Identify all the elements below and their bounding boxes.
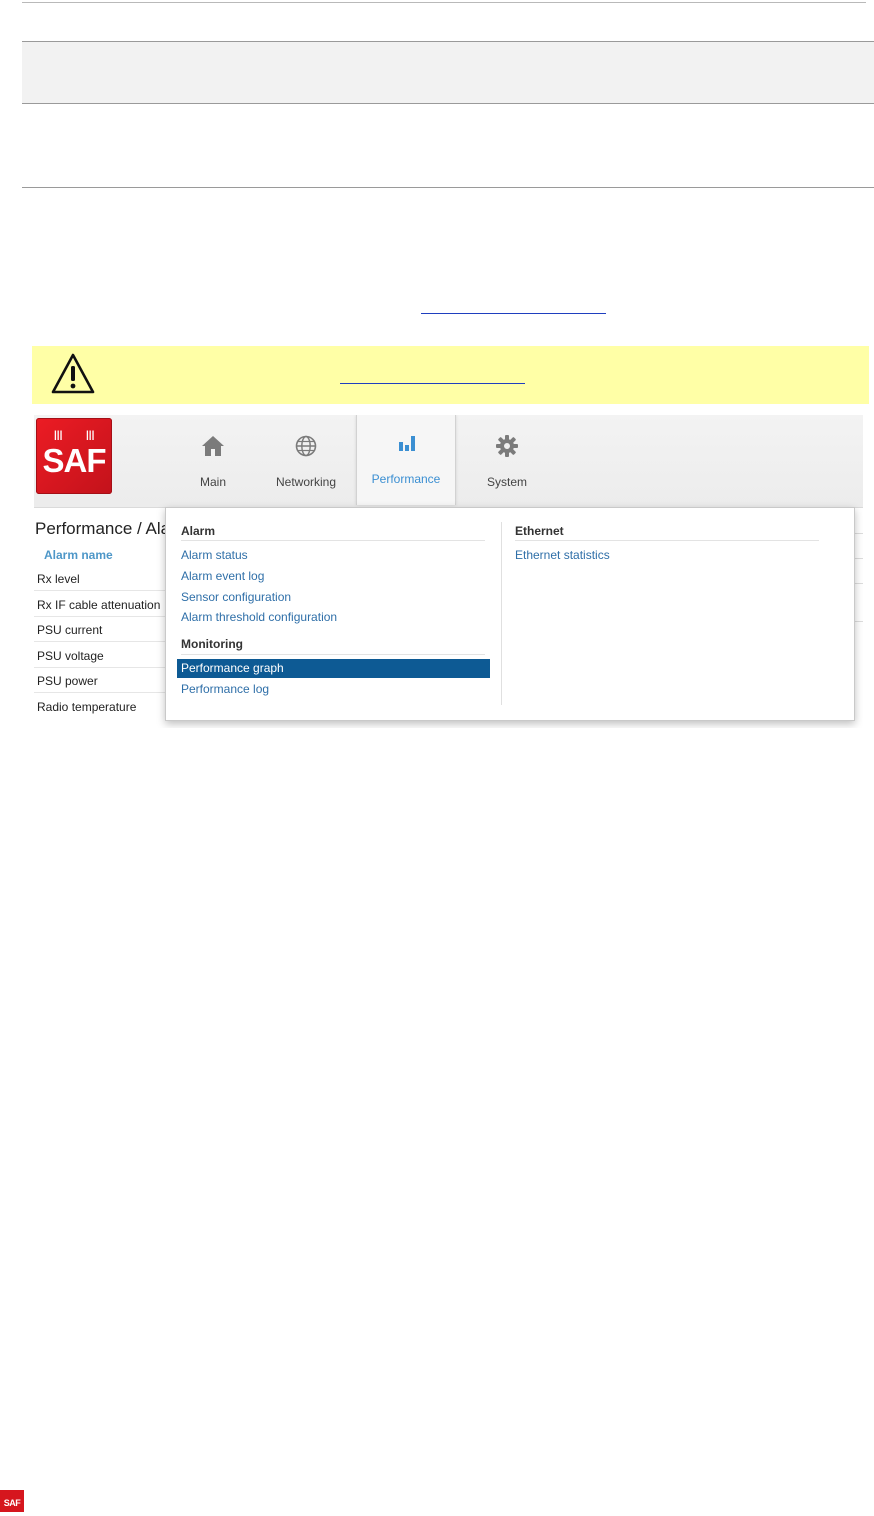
table-row-label: Rx IF cable attenuation [37, 598, 161, 612]
table-row-label: PSU voltage [37, 649, 104, 663]
tab-networking-label: Networking [275, 475, 337, 489]
saf-logo: ||| ||| SAF [36, 418, 112, 494]
tab-main-label: Main [199, 475, 226, 489]
tab-system-label: System [486, 475, 527, 489]
table-top-rule [22, 2, 866, 3]
table-row-label: Rx level [37, 572, 80, 586]
menu-item-performance-graph[interactable]: Performance graph [177, 659, 490, 678]
logo-bars-icon: ||| [86, 430, 95, 441]
menu-heading-ethernet: Ethernet [515, 524, 564, 538]
warning-icon [51, 353, 95, 394]
menu-item-alarm-threshold-configuration[interactable]: Alarm threshold configuration [181, 610, 337, 624]
tab-system[interactable]: System [474, 415, 540, 505]
tab-performance[interactable]: Performance [356, 415, 456, 505]
background-row-edge [854, 558, 863, 559]
row-divider [34, 667, 174, 668]
menu-separator [515, 540, 819, 541]
background-row-edge [854, 583, 863, 584]
performance-dropdown-menu: Alarm Alarm status Alarm event log Senso… [165, 507, 855, 721]
row-divider [34, 641, 174, 642]
top-navigation-bar: ||| ||| SAF Main Networking Performance … [34, 415, 863, 508]
footer-saf-logo: SAF [0, 1490, 24, 1512]
menu-item-sensor-configuration[interactable]: Sensor configuration [181, 590, 291, 604]
menu-column-divider [501, 522, 502, 705]
table-shaded-row [22, 41, 874, 104]
menu-item-performance-log[interactable]: Performance log [181, 682, 269, 696]
bar-chart-icon [399, 436, 415, 451]
table-plain-row [22, 103, 874, 188]
home-icon [202, 436, 224, 456]
tab-networking[interactable]: Networking [271, 415, 341, 505]
document-link[interactable] [421, 313, 606, 314]
row-divider [34, 616, 174, 617]
background-row-edge [854, 621, 863, 622]
menu-item-alarm-event-log[interactable]: Alarm event log [181, 569, 264, 583]
menu-item-alarm-status[interactable]: Alarm status [181, 548, 248, 562]
ui-screenshot: ||| ||| SAF Main Networking Performance … [34, 415, 863, 728]
menu-heading-alarm: Alarm [181, 524, 216, 538]
column-header-alarm-name[interactable]: Alarm name [44, 548, 113, 562]
menu-item-ethernet-statistics[interactable]: Ethernet statistics [515, 548, 610, 562]
row-divider [34, 590, 174, 591]
logo-bars-icon: ||| [54, 430, 63, 441]
warning-link[interactable] [340, 383, 525, 384]
table-row-label: PSU current [37, 623, 103, 637]
logo-text: SAF [42, 442, 107, 479]
table-row-label: Radio temperature [37, 700, 137, 714]
menu-separator [181, 540, 485, 541]
warning-box [32, 346, 869, 404]
page-title: Performance / Ala [35, 519, 171, 538]
gear-icon [496, 435, 518, 457]
tab-performance-label: Performance [371, 472, 441, 486]
row-divider [34, 692, 174, 693]
table-row-label: PSU power [37, 674, 98, 688]
tab-main[interactable]: Main [181, 415, 245, 505]
menu-separator [181, 654, 485, 655]
globe-icon [295, 435, 317, 457]
background-row-edge [854, 533, 863, 534]
menu-heading-monitoring: Monitoring [181, 637, 243, 651]
